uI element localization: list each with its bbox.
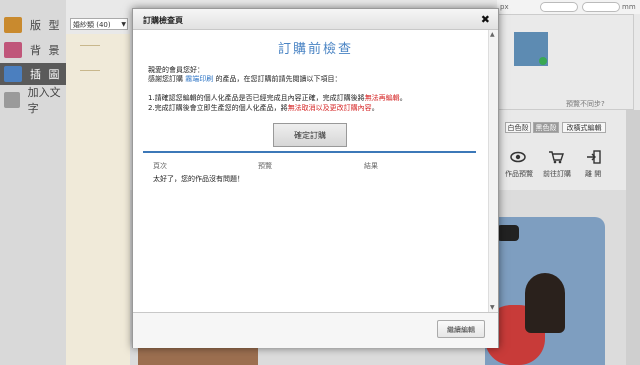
category-select[interactable]: 婚紗類 (40) ▼ bbox=[70, 18, 128, 30]
sidebar-item-label: 加入文字 bbox=[27, 86, 61, 115]
scroll-down-icon[interactable]: ▼ bbox=[490, 304, 495, 311]
exit-label: 離 開 bbox=[585, 170, 602, 178]
white-case-button[interactable]: 白色殼 bbox=[505, 122, 531, 133]
notice-item-1: 1.請確認您編輯的個人化產品是否已經完成且內容正確，完成訂購後將無法再編輯。 bbox=[148, 93, 407, 103]
notice-2-prefix: 2.完成訂購後會立即生產您的個人化產品，將 bbox=[148, 104, 288, 112]
sidebar-item-label: 版 型 bbox=[30, 19, 62, 32]
width-field[interactable] bbox=[540, 2, 578, 12]
sidebar-item-label: 背 景 bbox=[30, 44, 62, 57]
notice-1-prefix: 1.請確認您編輯的個人化產品是否已經完成且內容正確，完成訂購後將 bbox=[148, 94, 365, 102]
intro-prefix: 感謝您訂購 bbox=[148, 75, 186, 83]
notice-1-highlight: 無法再編輯 bbox=[364, 94, 400, 102]
category-select-value: 婚紗類 (40) bbox=[73, 21, 111, 29]
column-header-result: 結果 bbox=[364, 162, 378, 170]
sidebar-item-label: 插 圖 bbox=[30, 68, 62, 81]
notice-item-2: 2.完成訂購後會立即生產您的個人化產品，將無法取消以及更改訂購內容。 bbox=[148, 103, 379, 113]
camera-cutout bbox=[497, 225, 519, 241]
order-label: 前往訂購 bbox=[543, 170, 571, 178]
case-photo-subject bbox=[525, 273, 565, 333]
column-header-page: 頁次 bbox=[153, 162, 167, 170]
notice-2-highlight: 無法取消以及更改訂購內容 bbox=[287, 104, 372, 112]
intro-text: 感謝您訂購 霧端印刷 的產品，在您訂購前請先閱讀以下項目： bbox=[148, 74, 341, 84]
clipart-thumb[interactable] bbox=[80, 45, 100, 46]
notice-1-suffix: 。 bbox=[399, 94, 407, 102]
landscape-edit-button[interactable]: 改橫式編輯 bbox=[562, 122, 606, 133]
background-icon bbox=[4, 42, 22, 58]
chevron-down-icon: ▼ bbox=[121, 21, 126, 28]
clipart-panel bbox=[66, 34, 130, 365]
preview-label: 作品預覽 bbox=[505, 170, 533, 178]
clipart-thumb[interactable] bbox=[80, 70, 100, 71]
dialog-heading: 訂購前檢查 bbox=[277, 42, 353, 57]
illustration-icon bbox=[4, 66, 22, 82]
order-check-dialog: 訂購檢查頁 ✖ 訂購前檢查 親愛的會員您好： 感謝您訂購 霧端印刷 的產品，在您… bbox=[132, 8, 499, 348]
unit-label-px: px bbox=[500, 3, 509, 11]
phone-case-preview bbox=[485, 217, 605, 365]
dialog-scrollbar[interactable]: ▲ ▼ bbox=[488, 30, 498, 312]
intro-suffix: 的產品，在您訂購前請先閱讀以下項目： bbox=[213, 75, 342, 83]
continue-editing-button[interactable]: 繼續編輯 bbox=[437, 320, 485, 338]
cart-icon[interactable] bbox=[548, 150, 564, 164]
exit-icon[interactable] bbox=[586, 150, 602, 164]
height-field[interactable] bbox=[582, 2, 620, 12]
dialog-titlebar: 訂購檢查頁 ✖ bbox=[133, 9, 498, 30]
unit-label-mm: mm bbox=[622, 3, 636, 11]
scroll-up-icon[interactable]: ▲ bbox=[490, 31, 495, 38]
photo-thumbnail[interactable] bbox=[514, 32, 548, 66]
black-case-button[interactable]: 黑色殼 bbox=[533, 122, 559, 133]
section-divider bbox=[143, 151, 476, 153]
layout-icon bbox=[4, 17, 22, 33]
sidebar-item-layout[interactable]: 版 型 bbox=[0, 14, 66, 36]
dialog-title: 訂購檢查頁 bbox=[143, 16, 183, 25]
product-name: 霧端印刷 bbox=[185, 75, 214, 83]
column-header-preview: 預覽 bbox=[258, 162, 272, 170]
check-icon bbox=[539, 57, 547, 65]
sidebar-item-background[interactable]: 背 景 bbox=[0, 39, 66, 61]
confirm-order-button[interactable]: 確定訂購 bbox=[273, 123, 347, 147]
check-result-text: 太好了，您的作品沒有問題！ bbox=[153, 175, 244, 183]
close-icon[interactable]: ✖ bbox=[481, 13, 490, 26]
add-text-icon bbox=[4, 92, 20, 108]
sidebar-item-add-text[interactable]: 加入文字 bbox=[0, 86, 66, 115]
sidebar-item-illustration[interactable]: 插 圖 bbox=[0, 63, 73, 85]
page-scrollbar[interactable] bbox=[626, 110, 640, 365]
eye-icon[interactable] bbox=[510, 150, 526, 164]
notice-2-suffix: 。 bbox=[371, 104, 379, 112]
preview-sync-link[interactable]: 預覽不同步? bbox=[566, 99, 605, 109]
